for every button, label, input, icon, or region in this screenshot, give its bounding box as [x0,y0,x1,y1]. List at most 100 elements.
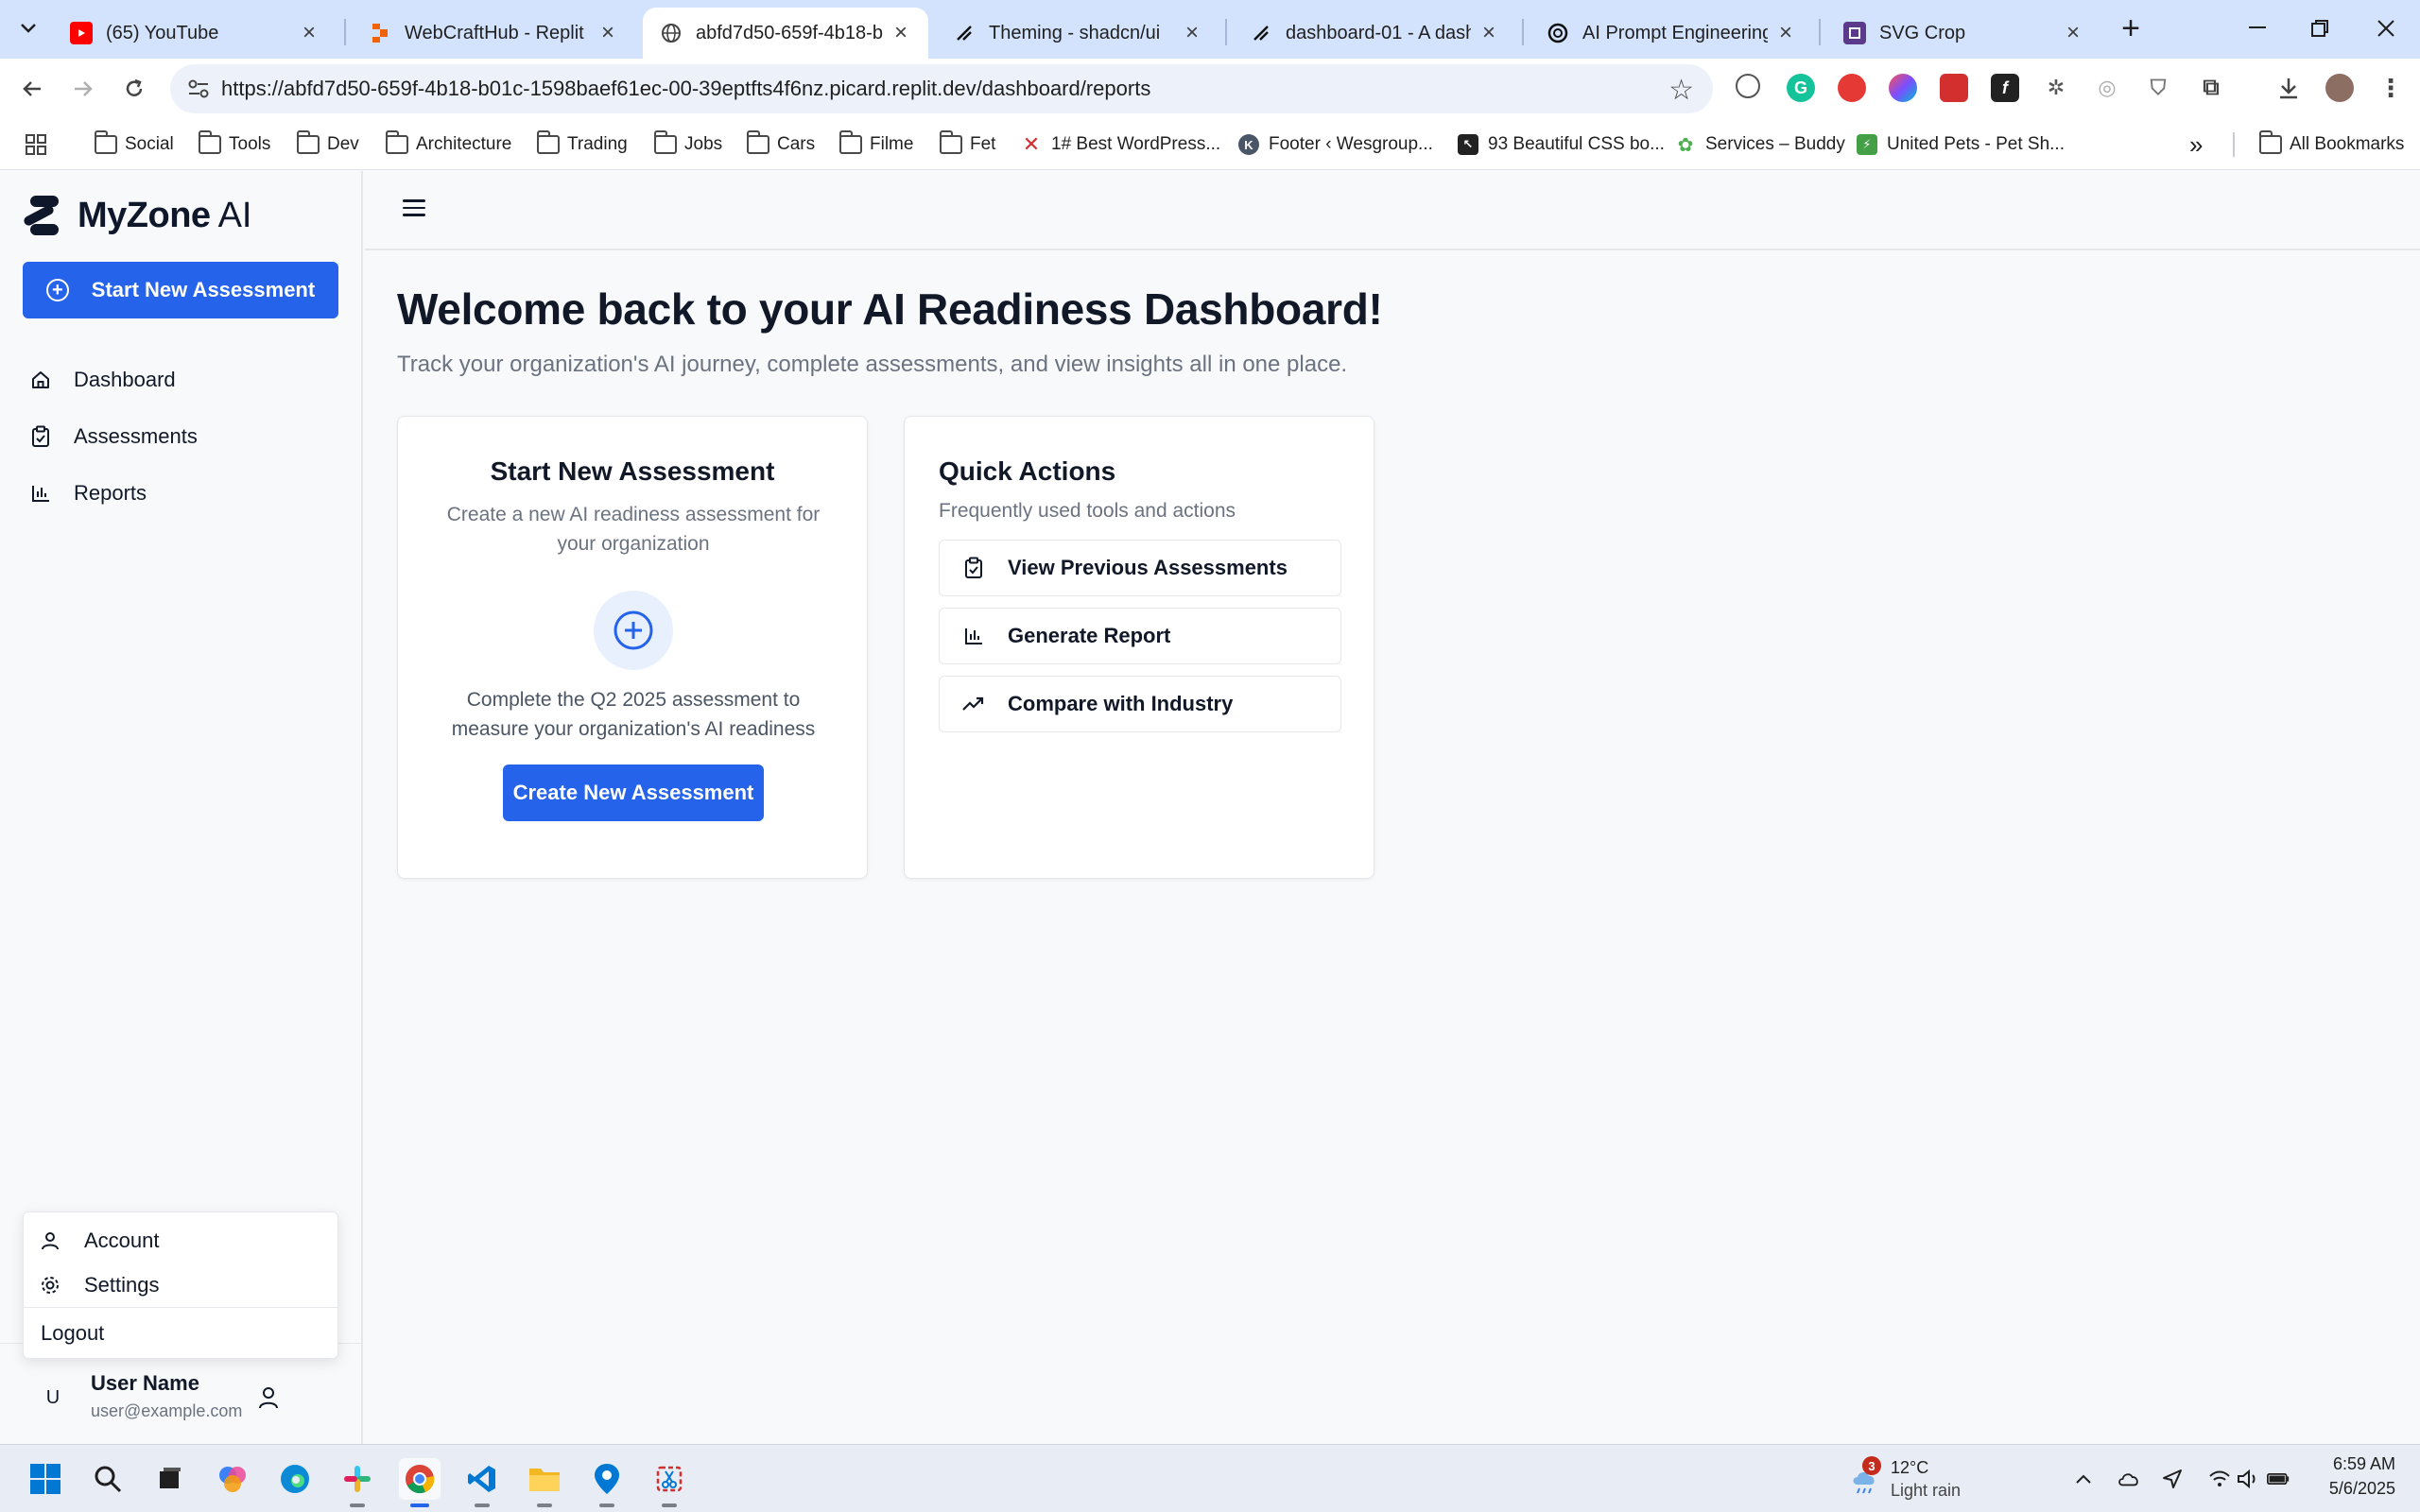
bug-icon[interactable]: ✲ [2042,74,2070,102]
quick-actions-card: Quick Actions Frequently used tools and … [904,416,1374,879]
trending-up-icon [962,693,985,715]
vscode-button[interactable] [461,1458,503,1507]
paw-icon: ✿ [1677,134,1694,156]
bookmark-wordpress[interactable]: ✕ 1# Best WordPress... [1021,129,1220,161]
browser-tab-prompt-engineering[interactable]: AI Prompt Engineering × [1530,8,1813,59]
onedrive-icon[interactable] [2118,1468,2140,1490]
grammarly-icon[interactable]: G [1787,74,1815,102]
browser-tab-shadcn-dashboard[interactable]: dashboard-01 - A dashbo × [1233,8,1516,59]
minimize-button[interactable] [2229,8,2286,49]
adblock-icon[interactable] [1838,74,1866,102]
close-tab-icon[interactable]: × [1180,20,1204,45]
show-hidden-icons-button[interactable] [2072,1468,2095,1490]
bookmark-label: Social [125,134,174,154]
close-window-button[interactable] [2358,8,2414,49]
start-button[interactable] [25,1458,66,1500]
slack-button[interactable] [337,1458,378,1507]
puzzle-icon[interactable]: ⧉ [2197,74,2225,102]
edge-button[interactable] [274,1458,316,1500]
cursor-icon: ↖ [1458,134,1478,155]
copilot-button[interactable] [212,1458,253,1500]
bookmark-folder-filme[interactable]: Filme [838,129,913,161]
battery-icon[interactable] [2267,1468,2290,1490]
close-tab-icon[interactable]: × [1477,20,1501,45]
font-icon[interactable]: f [1991,74,2019,102]
generate-report-button[interactable]: Generate Report [939,608,1341,664]
new-tab-button[interactable]: + [2114,10,2148,46]
more-menu-icon[interactable]: ⋮ [2377,74,2405,102]
bookmark-buddy[interactable]: ✿ Services – Buddy [1675,129,1845,161]
browser-tab-replit[interactable]: WebCraftHub - Replit × [352,8,635,59]
bookmark-folder-fet[interactable]: Fet [939,129,995,161]
shield-icon[interactable]: ⛉ [2144,74,2172,102]
browser-tab-svg-crop[interactable]: SVG Crop × [1826,8,2100,59]
sidebar-item-dashboard[interactable]: Dashboard [23,357,338,403]
bookmark-united-pets[interactable]: ⚡ United Pets - Pet Sh... [1857,129,2065,161]
task-view-button[interactable] [149,1458,191,1500]
compare-with-industry-button[interactable]: Compare with Industry [939,676,1341,732]
reload-button[interactable] [115,70,153,108]
menu-item-account[interactable]: Account [39,1222,160,1260]
close-tab-icon[interactable]: × [2061,20,2085,45]
bookmark-star-icon[interactable]: ☆ [1668,74,1694,107]
address-bar[interactable]: https://abfd7d50-659f-4b18-b01c-1598baef… [170,64,1713,113]
extension-red-icon[interactable] [1940,74,1968,102]
create-new-assessment-button[interactable]: Create New Assessment [503,765,764,821]
browser-tab-active[interactable]: abfd7d50-659f-4b18-b01 × [643,8,928,59]
bookmark-css-borders[interactable]: ↖ 93 Beautiful CSS bo... [1458,129,1665,161]
forward-button[interactable] [64,70,102,108]
maps-button[interactable] [586,1458,628,1507]
chrome-button[interactable] [399,1458,441,1507]
menu-item-logout[interactable]: Logout [41,1314,104,1352]
notification-badge: 3 [1862,1456,1881,1475]
extension-icon[interactable] [1736,74,1760,98]
file-explorer-button[interactable] [524,1458,565,1507]
back-button[interactable] [13,70,51,108]
close-tab-icon[interactable]: × [596,20,620,45]
bookmark-wesgroup[interactable]: K Footer ‹ Wesgroup... [1238,129,1433,161]
snipping-tool-button[interactable] [648,1458,690,1507]
color-picker-icon[interactable] [1889,74,1917,102]
site-settings-icon[interactable] [185,76,212,102]
weather-widget[interactable]: 3 12°C Light rain [1845,1454,2034,1503]
location-icon[interactable] [2161,1468,2184,1490]
plus-circle-icon [614,610,653,650]
close-tab-icon[interactable]: × [1773,20,1798,45]
openai-icon [1547,22,1569,44]
user-icon[interactable] [255,1384,282,1411]
view-previous-assessments-button[interactable]: View Previous Assessments [939,540,1341,596]
user-profile-row[interactable]: U User Name user@example.com [23,1364,338,1430]
sidebar-item-assessments[interactable]: Assessments [23,414,338,459]
sidebar-item-reports[interactable]: Reports [23,471,338,516]
start-new-assessment-button[interactable]: + Start New Assessment [23,262,338,318]
apps-button[interactable] [25,129,47,161]
menu-item-settings[interactable]: Settings [39,1266,160,1304]
bookmark-folder-jobs[interactable]: Jobs [653,129,722,161]
bookmark-folder-social[interactable]: Social [94,129,174,161]
menu-toggle-icon[interactable] [403,199,425,220]
close-tab-icon[interactable]: × [889,20,913,45]
wifi-icon[interactable] [2208,1468,2231,1490]
bookmark-folder-cars[interactable]: Cars [746,129,815,161]
bookmark-folder-dev[interactable]: Dev [296,129,359,161]
restore-button[interactable] [2291,8,2348,49]
browser-tab-youtube[interactable]: (65) YouTube × [53,8,337,59]
card-prompt: Complete the Q2 2025 assessment to measu… [451,689,816,740]
bookmarks-overflow-button[interactable]: » [2189,129,2203,161]
close-tab-icon[interactable]: × [297,20,321,45]
download-button[interactable] [2274,74,2303,102]
bookmark-folder-trading[interactable]: Trading [536,129,628,161]
profile-avatar[interactable] [2325,74,2354,102]
compass-icon[interactable]: ◎ [2093,74,2121,102]
bookmark-folder-tools[interactable]: Tools [198,129,270,161]
bookmark-folder-architecture[interactable]: Architecture [385,129,511,161]
tab-search-button[interactable] [9,11,47,45]
youtube-icon [70,22,93,44]
browser-tab-shadcn-theming[interactable]: Theming - shadcn/ui × [936,8,1219,59]
vscode-icon [468,1466,495,1492]
all-bookmarks-button[interactable]: All Bookmarks [2258,129,2404,161]
tab-separator [1522,19,1524,45]
volume-icon[interactable] [2237,1468,2259,1490]
brand-logo[interactable]: MyZone AI [21,194,251,237]
taskbar-search-button[interactable] [87,1458,129,1500]
